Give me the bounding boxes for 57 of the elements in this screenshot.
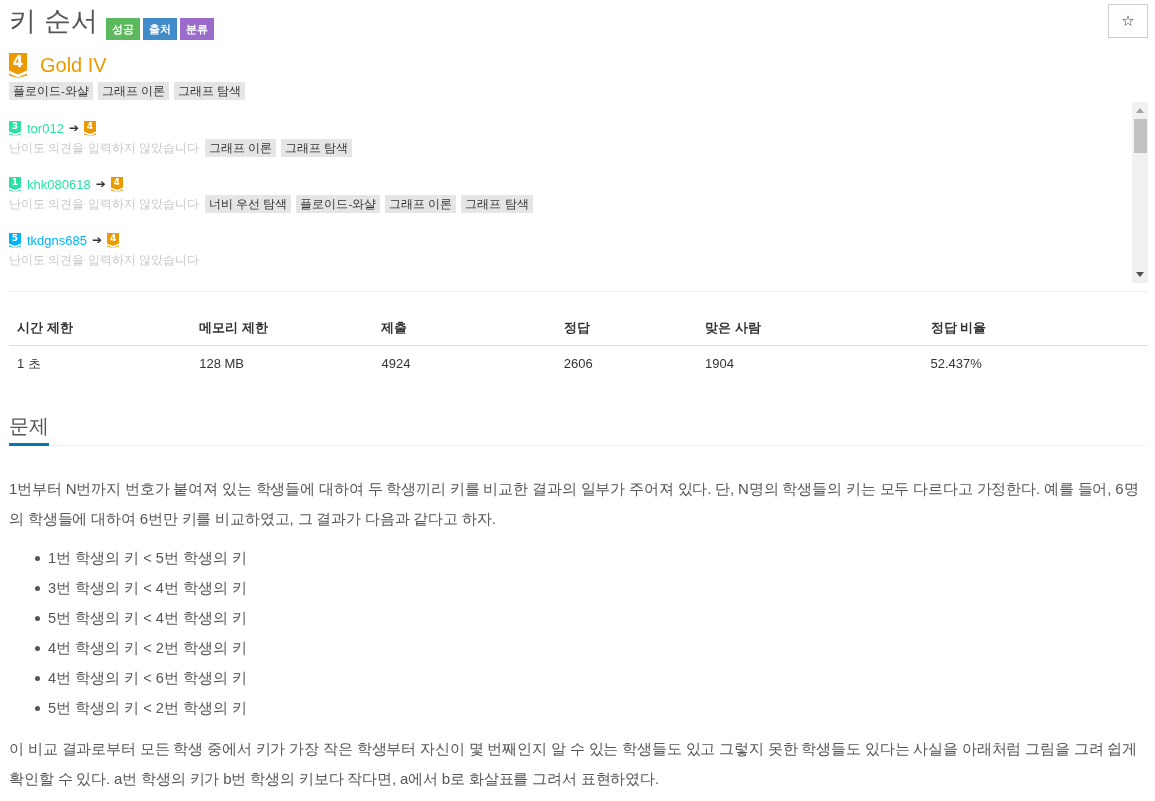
arrow-icon: ➔ bbox=[95, 177, 106, 191]
tier-badge: 4 bbox=[9, 53, 27, 78]
algorithm-tag: 너비 우선 탐색 bbox=[205, 195, 292, 213]
tier-badge: 3 bbox=[9, 120, 21, 136]
username-link[interactable]: khk080618 bbox=[27, 176, 91, 192]
column-header: 메모리 제한 bbox=[191, 310, 374, 346]
algorithm-tag: 그래프 이론 bbox=[205, 139, 277, 157]
problem-label: 성공 bbox=[105, 18, 140, 40]
column-header: 제출 bbox=[373, 310, 556, 346]
column-header: 정답 비율 bbox=[922, 310, 1148, 346]
table-cell: 52.437% bbox=[922, 345, 1148, 381]
column-header: 정답 bbox=[555, 310, 698, 346]
username-link[interactable]: tkdgns685 bbox=[27, 232, 87, 248]
bullet-icon bbox=[35, 675, 40, 681]
scrollbar[interactable] bbox=[1132, 102, 1148, 283]
algorithm-tag: 그래프 이론 bbox=[385, 195, 457, 213]
algorithm-tag: 플로이드-와샬 bbox=[296, 195, 381, 213]
algorithm-tag: 그래프 이론 bbox=[97, 82, 170, 100]
list-item: 5번 학생의 키 < 4번 학생의 키 bbox=[48, 609, 248, 628]
table-cell: 4924 bbox=[373, 345, 556, 381]
table-cell: 128 MB bbox=[191, 345, 374, 381]
paragraph: 이 비교 결과로부터 모든 학생 중에서 키가 가장 작은 학생부터 자신이 몇 번째인지 알 수 있는 학생들도 있고 그렇지 못한 학생들도 있다는 사실을 아래처럼 그림을 그려 쉽게 확인할 수 있다. a번 학생의 키가 b번 학생의 키보다 작다면, a에서 b로 화살표를 그려서 표현하였다. bbox=[9, 739, 1139, 789]
problem-label: 분류 bbox=[179, 18, 214, 40]
bullet-icon bbox=[35, 555, 40, 561]
bullet-icon bbox=[35, 585, 40, 591]
table-cell: 1904 bbox=[697, 345, 923, 381]
bullet-icon bbox=[35, 645, 40, 651]
problem-label: 출처 bbox=[142, 18, 177, 40]
list-item: 1번 학생의 키 < 5번 학생의 키 bbox=[48, 549, 248, 568]
problem-title: 키 순서 bbox=[9, 5, 98, 38]
column-header: 맞은 사람 bbox=[697, 310, 923, 346]
table-cell: 2606 bbox=[555, 345, 698, 381]
arrow-icon: ➔ bbox=[92, 233, 103, 247]
algorithm-tag: 그래프 탐색 bbox=[281, 139, 353, 157]
arrow-icon: ➔ bbox=[68, 121, 79, 135]
list-item: 4번 학생의 키 < 2번 학생의 키 bbox=[48, 639, 248, 658]
tier-badge: 4 bbox=[110, 176, 123, 192]
list-item: 5번 학생의 키 < 2번 학생의 키 bbox=[48, 699, 248, 718]
paragraph: 1번부터 N번까지 번호가 붙여져 있는 학생들에 대하여 두 학생끼리 키를 비교한 결과의 일부가 주어져 있다. 단, N명의 학생들의 키는 모두 다르다고 가정한다. 예를 들어, 6명의 학생들에 대하여 6번만 키를 비교하였고, 그 결과가 다음과 같다고 하자. bbox=[9, 479, 1140, 529]
scrollbar-thumb[interactable] bbox=[1133, 119, 1147, 153]
star-button[interactable]: ☆ bbox=[1108, 4, 1148, 38]
list-item: 3번 학생의 키 < 4번 학생의 키 bbox=[48, 579, 248, 598]
section-heading: 문제 bbox=[9, 411, 49, 446]
algorithm-tag: 그래프 탐색 bbox=[174, 82, 246, 100]
username-link[interactable]: tor012 bbox=[27, 120, 64, 136]
list-item: 4번 학생의 키 < 6번 학생의 키 bbox=[48, 669, 248, 688]
column-header: 시간 제한 bbox=[9, 310, 192, 346]
table-cell: 1 초 bbox=[9, 345, 192, 381]
bullet-icon bbox=[35, 705, 40, 711]
tier-name: Gold IV bbox=[40, 53, 107, 78]
algorithm-tag: 플로이드-와샬 bbox=[9, 82, 93, 100]
tier-badge: 4 bbox=[83, 120, 96, 136]
tier-badge: 5 bbox=[9, 232, 21, 248]
tier-badge: 4 bbox=[107, 232, 120, 248]
tier-badge: 1 bbox=[9, 176, 21, 192]
algorithm-tag: 그래프 탐색 bbox=[461, 195, 533, 213]
bullet-icon bbox=[35, 615, 40, 621]
